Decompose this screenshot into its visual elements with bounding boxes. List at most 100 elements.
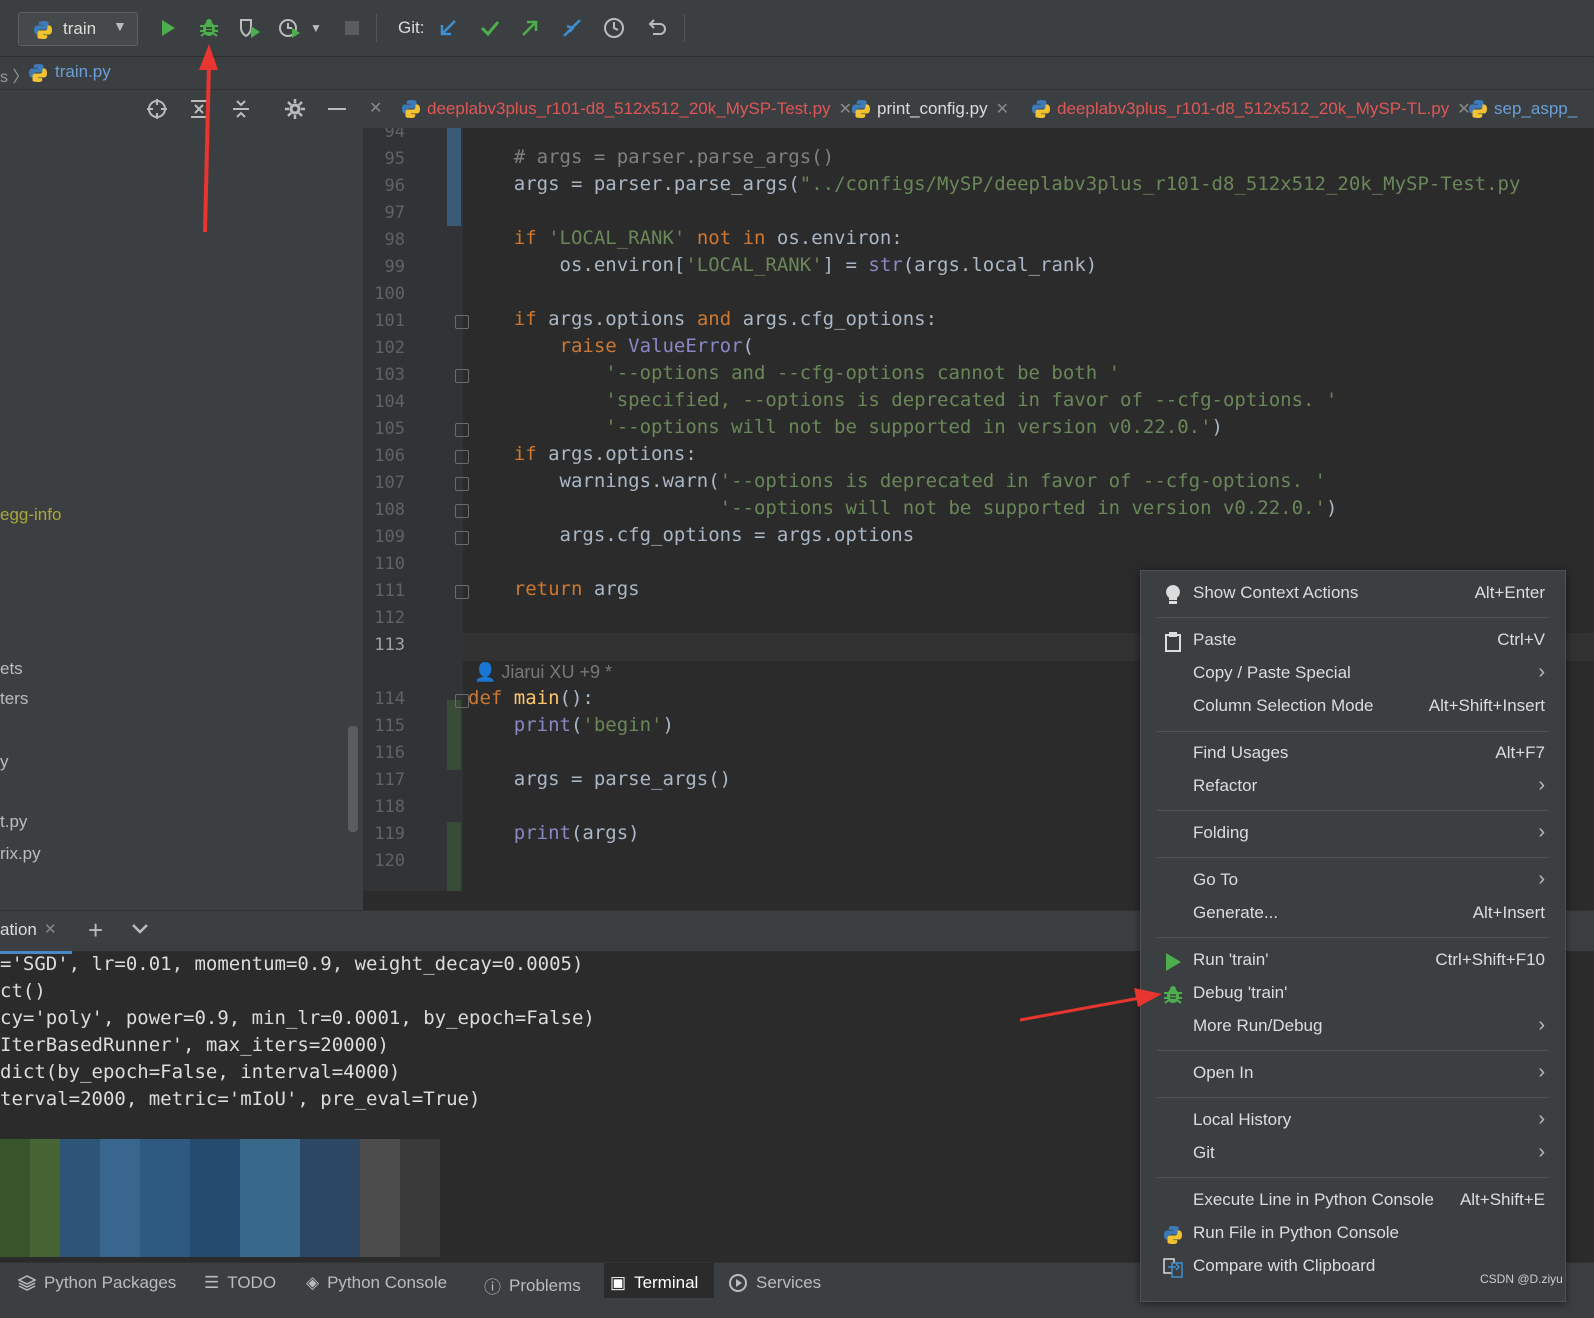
expand-all-icon[interactable] [188, 98, 210, 125]
debug-button[interactable] [195, 14, 223, 42]
line-number: 99 [384, 257, 405, 277]
list-icon: ☰ [204, 1273, 220, 1292]
menu-item-folding[interactable]: Folding › [1141, 819, 1565, 849]
merge-icon [563, 19, 581, 37]
line-number: 106 [374, 446, 405, 466]
git-push-button[interactable] [516, 14, 544, 42]
fold-marker[interactable] [455, 369, 469, 383]
menu-item-run-train[interactable]: Run 'train' Ctrl+Shift+F10 [1141, 946, 1565, 976]
git-commit-button[interactable] [476, 14, 504, 42]
tree-item[interactable]: egg-info [0, 505, 61, 525]
tab-print-config[interactable]: print_config.py ✕ [851, 90, 1009, 128]
toolbar-separator [376, 14, 377, 42]
tree-item[interactable]: y [0, 752, 9, 772]
code-line: print('begin') [468, 714, 674, 736]
profile-button[interactable] [276, 14, 304, 42]
button-label: Services [756, 1273, 822, 1292]
code-line: if 'LOCAL_RANK' not in os.environ: [513, 227, 903, 249]
locate-file-icon[interactable] [146, 98, 168, 125]
git-update-button[interactable] [434, 14, 462, 42]
chevron-down-icon: ▼ [310, 21, 322, 35]
menu-item-git[interactable]: Git › [1141, 1139, 1565, 1169]
tab-test-config[interactable]: deeplabv3plus_r101-d8_512x512_20k_MySP-T… [401, 90, 852, 128]
services-icon [729, 1274, 747, 1292]
code-line: args = parser.parse_args("../configs/MyS… [513, 173, 1521, 195]
todo-button[interactable]: ☰ TODO [204, 1273, 276, 1293]
tree-item[interactable]: ters [0, 689, 28, 709]
line-number: 120 [374, 851, 405, 871]
git-compare-button[interactable] [558, 14, 586, 42]
minimize-icon[interactable] [326, 98, 348, 125]
breadcrumb-separator: s 〉 [0, 69, 29, 86]
menu-item-run-file-console[interactable]: Run File in Python Console [1141, 1219, 1565, 1249]
code-line: os.environ['LOCAL_RANK'] = str(args.loca… [513, 254, 1098, 276]
tab-label: deeplabv3plus_r101-d8_512x512_20k_MySP-T… [427, 99, 831, 118]
fold-marker[interactable] [455, 315, 469, 329]
menu-item-more-run-debug[interactable]: More Run/Debug › [1141, 1012, 1565, 1042]
menu-item-go-to[interactable]: Go To › [1141, 866, 1565, 896]
more-run-dropdown[interactable]: ▼ [306, 14, 326, 42]
menu-item-execute-line-console[interactable]: Execute Line in Python Console Alt+Shift… [1141, 1186, 1565, 1216]
menu-separator [1157, 617, 1549, 618]
gear-icon[interactable] [284, 98, 306, 125]
python-packages-button[interactable]: Python Packages [18, 1273, 176, 1293]
line-number: 108 [374, 500, 405, 520]
tab-tl-config[interactable]: deeplabv3plus_r101-d8_512x512_20k_MySP-T… [1031, 90, 1471, 128]
close-icon[interactable]: ✕ [369, 98, 382, 118]
tree-item[interactable]: rix.py [0, 844, 41, 864]
fold-marker[interactable] [455, 504, 469, 518]
collapse-all-icon[interactable] [230, 98, 252, 125]
line-number: 118 [374, 797, 405, 817]
scrollbar[interactable] [348, 726, 358, 832]
terminal-button[interactable]: ▣ Terminal [610, 1273, 698, 1293]
problems-button[interactable]: ⓘ Problems [484, 1273, 581, 1298]
run-button[interactable] [154, 14, 182, 42]
menu-item-debug-train[interactable]: Debug 'train' [1141, 979, 1565, 1009]
menu-item-find-usages[interactable]: Find Usages Alt+F7 [1141, 739, 1565, 769]
fold-marker[interactable] [455, 585, 469, 599]
menu-item-paste[interactable]: Paste Ctrl+V [1141, 626, 1565, 656]
tree-item[interactable]: t.py [0, 812, 27, 832]
run-configuration-selector[interactable]: train ▼ [18, 12, 138, 46]
python-console-button[interactable]: ◈ Python Console [306, 1273, 447, 1293]
services-button[interactable]: Services [728, 1273, 821, 1293]
menu-item-column-selection-mode[interactable]: Column Selection Mode Alt+Shift+Insert [1141, 692, 1565, 722]
line-number: 112 [374, 608, 405, 628]
menu-item-copy-paste-special[interactable]: Copy / Paste Special › [1141, 659, 1565, 689]
compare-icon [1161, 1256, 1185, 1280]
git-history-button[interactable] [600, 14, 628, 42]
stop-button[interactable] [338, 14, 366, 42]
chevron-right-icon: › [1538, 1014, 1545, 1036]
watermark: CSDN @D.ziyu [1480, 1272, 1563, 1286]
fold-marker[interactable] [455, 477, 469, 491]
line-number: 110 [374, 554, 405, 574]
menu-separator [1157, 810, 1549, 811]
python-file-icon [1469, 100, 1487, 118]
tab-sep-aspp[interactable]: sep_aspp_ [1468, 90, 1577, 128]
close-icon[interactable]: ✕ [996, 99, 1009, 119]
menu-item-open-in[interactable]: Open In › [1141, 1059, 1565, 1089]
close-icon[interactable]: ✕ [839, 99, 852, 119]
chevron-down-icon[interactable] [130, 919, 150, 944]
fold-marker[interactable] [455, 450, 469, 464]
menu-item-show-context-actions[interactable]: Show Context Actions Alt+Enter [1141, 579, 1565, 609]
menu-item-refactor[interactable]: Refactor › [1141, 772, 1565, 802]
breadcrumb-file[interactable]: train.py [55, 62, 111, 82]
menu-item-local-history[interactable]: Local History › [1141, 1106, 1565, 1136]
author-inlay-hint[interactable]: 👤 Jiarui XU +9 * [474, 662, 612, 683]
plus-icon[interactable]: + [88, 915, 103, 946]
terminal-session-tab[interactable]: ation ✕ [0, 911, 72, 954]
run-with-coverage-button[interactable] [236, 14, 264, 42]
fold-marker[interactable] [455, 694, 469, 708]
fold-marker[interactable] [455, 423, 469, 437]
bulb-icon [1161, 583, 1185, 607]
git-rollback-button[interactable] [643, 14, 671, 42]
checkmark-icon [480, 21, 500, 37]
tree-item[interactable]: ets [0, 659, 23, 679]
fold-marker[interactable] [455, 531, 469, 545]
line-number: 116 [374, 743, 405, 763]
close-icon[interactable]: ✕ [44, 920, 57, 938]
menu-separator [1157, 937, 1549, 938]
menu-item-generate[interactable]: Generate... Alt+Insert [1141, 899, 1565, 929]
info-icon: ⓘ [484, 1278, 501, 1297]
